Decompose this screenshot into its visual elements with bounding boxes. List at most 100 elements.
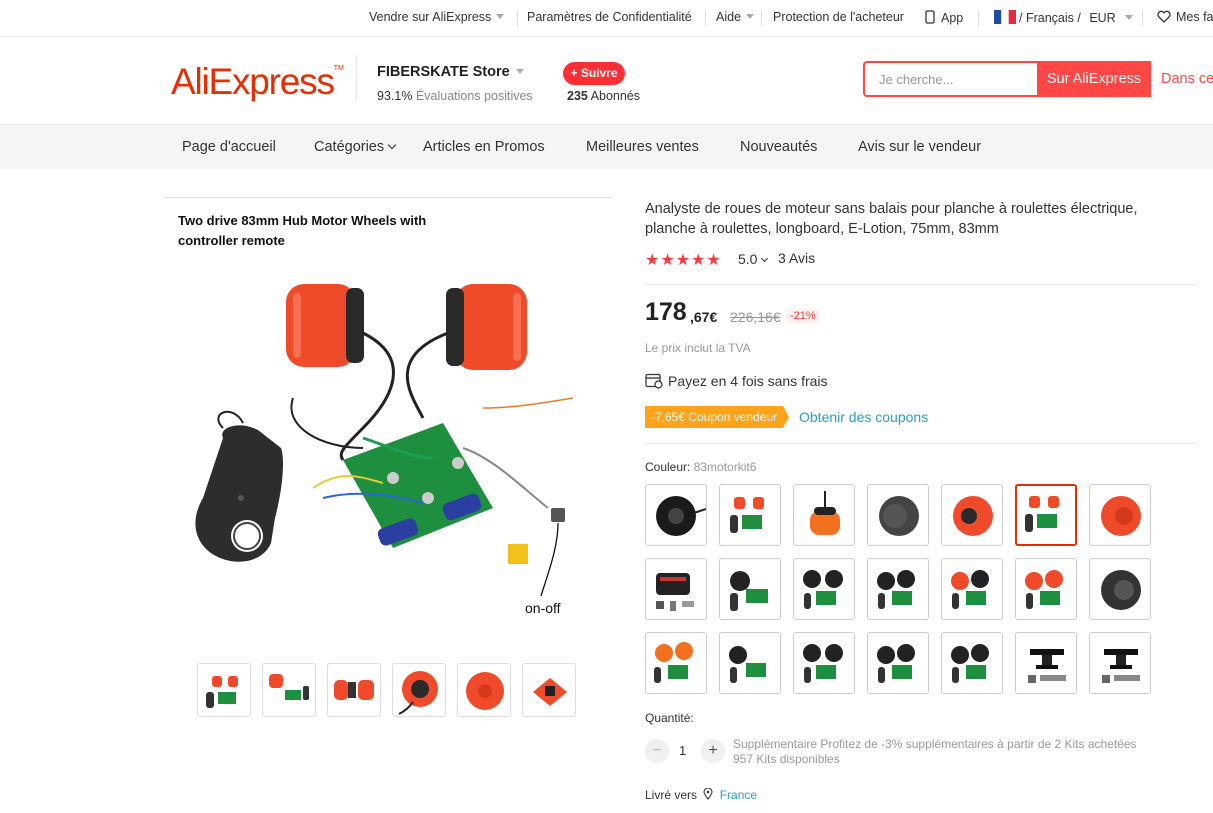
- top-bar: Vendre sur AliExpress Paramètres de Conf…: [0, 0, 1213, 37]
- color-swatch[interactable]: [1015, 632, 1077, 694]
- tva-note: Le prix inclut la TVA: [645, 341, 751, 355]
- color-swatch[interactable]: [941, 484, 1003, 546]
- quantity-value[interactable]: 1: [679, 743, 686, 758]
- thumbnail[interactable]: [327, 663, 381, 717]
- nav-categories[interactable]: Catégories: [314, 139, 397, 155]
- followers-label: Abonnés: [590, 89, 641, 103]
- divider: [645, 284, 1197, 285]
- right-wheel: [446, 284, 527, 370]
- language-label: / Français /: [1019, 11, 1081, 25]
- followers-number: 235: [567, 89, 588, 103]
- location-pin-icon: [703, 787, 713, 800]
- color-swatch[interactable]: [719, 484, 781, 546]
- quantity-increase-button[interactable]: +: [701, 739, 725, 763]
- positive-label: Évaluations positives: [415, 89, 533, 103]
- app-label: App: [941, 11, 964, 25]
- installments-info[interactable]: Payez en 4 fois sans frais: [645, 372, 828, 389]
- caret-down-icon: [496, 14, 505, 19]
- onoff-label: on-off: [525, 600, 561, 616]
- extra-discount-note: Supplémentaire Profitez de -3% supplémen…: [733, 737, 1137, 751]
- installments-label: Payez en 4 fois sans frais: [668, 373, 828, 389]
- color-swatch[interactable]: [719, 558, 781, 620]
- currency-label: EUR: [1089, 11, 1116, 25]
- shipping-destination: Livré vers France: [645, 787, 757, 802]
- color-swatch[interactable]: [793, 558, 855, 620]
- store-rating: 93.1% Évaluations positives: [377, 89, 533, 103]
- color-swatch[interactable]: [719, 632, 781, 694]
- thumbnail[interactable]: [262, 663, 316, 717]
- product-title: Analyste de roues de moteur sans balais …: [645, 201, 1138, 237]
- positive-percent: 93.1%: [377, 89, 413, 103]
- search-input[interactable]: [865, 63, 1037, 95]
- left-wheel: [286, 284, 364, 367]
- discount-badge: -21%: [787, 309, 819, 323]
- wishlist-label: Mes fa: [1176, 10, 1213, 24]
- shipping-country-link[interactable]: France: [720, 788, 757, 802]
- product-illustration: [195, 284, 574, 597]
- color-swatch[interactable]: [1089, 484, 1151, 546]
- nav-home[interactable]: Page d'accueil: [182, 139, 276, 155]
- rating-value[interactable]: 5.0: [738, 251, 769, 267]
- color-swatch[interactable]: [1089, 558, 1151, 620]
- heart-icon: [1157, 10, 1171, 23]
- reviews-link[interactable]: 3 Avis: [778, 250, 815, 266]
- logo-text: AliExpress: [171, 61, 335, 102]
- chevron-down-icon: [761, 254, 769, 263]
- nav-seller-reviews[interactable]: Avis sur le vendeur: [858, 139, 981, 155]
- color-swatch[interactable]: [793, 632, 855, 694]
- rating-number: 5.0: [738, 251, 758, 267]
- search-box: Sur AliExpress Dans ce: [863, 61, 1213, 97]
- remote-control: [195, 410, 283, 562]
- color-swatch[interactable]: [867, 632, 929, 694]
- nav-promos[interactable]: Articles en Promos: [423, 139, 545, 155]
- store-name-label: FIBERSKATE Store: [377, 64, 510, 80]
- buyer-protection-link[interactable]: Protection de l'acheteur: [773, 10, 904, 24]
- color-value: 83motorkit6: [693, 460, 757, 474]
- search-aliexpress-button[interactable]: Sur AliExpress: [1037, 61, 1151, 97]
- color-swatch[interactable]: [941, 632, 1003, 694]
- sell-link[interactable]: Vendre sur AliExpress: [369, 10, 505, 24]
- phone-icon: [925, 10, 935, 24]
- color-swatch[interactable]: [941, 558, 1003, 620]
- aliexpress-logo[interactable]: AliExpressTM: [171, 61, 344, 103]
- thumbnail[interactable]: [392, 663, 446, 717]
- store-name[interactable]: FIBERSKATE Store: [377, 64, 524, 80]
- color-swatch[interactable]: [645, 632, 707, 694]
- quantity-info: Supplémentaire Profitez de -3% supplémen…: [733, 737, 1137, 767]
- nav-best-sellers[interactable]: Meilleures ventes: [586, 139, 699, 155]
- thumbnail[interactable]: [522, 663, 576, 717]
- app-link[interactable]: App: [925, 10, 963, 25]
- help-link[interactable]: Aide: [716, 10, 755, 24]
- color-swatch[interactable]: [793, 484, 855, 546]
- color-swatch[interactable]: [867, 558, 929, 620]
- divider: [356, 55, 357, 101]
- price-integer: 178: [645, 298, 687, 326]
- thumbnail[interactable]: [457, 663, 511, 717]
- privacy-link[interactable]: Paramètres de Confidentialité: [527, 10, 692, 24]
- color-swatch-selected[interactable]: [1015, 484, 1077, 546]
- divider: [978, 10, 979, 26]
- color-swatch[interactable]: [1015, 558, 1077, 620]
- language-selector[interactable]: / Français / EUR: [994, 10, 1133, 25]
- get-coupons-link[interactable]: Obtenir des coupons: [799, 409, 928, 425]
- sell-label: Vendre sur AliExpress: [369, 10, 492, 24]
- nav-new[interactable]: Nouveautés: [740, 139, 817, 155]
- color-swatch[interactable]: [867, 484, 929, 546]
- wishlist-link[interactable]: Mes fa: [1157, 10, 1213, 24]
- color-label-text: Couleur:: [645, 460, 691, 474]
- search-store-button[interactable]: Dans ce: [1151, 61, 1213, 97]
- original-price: 226,16€: [730, 309, 781, 325]
- thumbnail[interactable]: [197, 663, 251, 717]
- store-nav: Page d'accueil Catégories Articles en Pr…: [0, 126, 1213, 169]
- france-flag-icon: [994, 10, 1016, 24]
- color-swatch[interactable]: [645, 558, 707, 620]
- divider: [1142, 10, 1143, 26]
- color-swatch[interactable]: [645, 484, 707, 546]
- seller-coupon-badge: -7,65€ Coupon vendeur: [645, 406, 790, 428]
- color-swatch[interactable]: [1089, 632, 1151, 694]
- star-icon: ★★★★★: [645, 252, 722, 269]
- main-product-image[interactable]: Two drive 83mm Hub Motor Wheels with con…: [163, 197, 613, 648]
- quantity-decrease-button[interactable]: −: [645, 739, 669, 763]
- shipping-label: Livré vers: [645, 788, 698, 802]
- follow-button[interactable]: + Suivre: [563, 62, 625, 85]
